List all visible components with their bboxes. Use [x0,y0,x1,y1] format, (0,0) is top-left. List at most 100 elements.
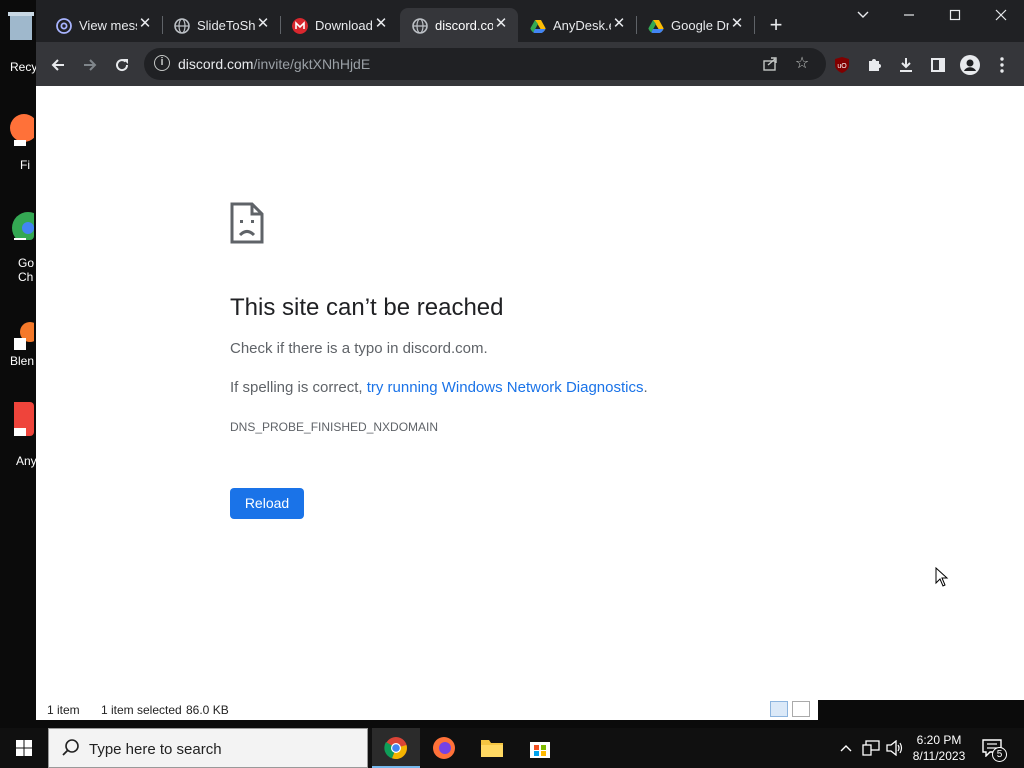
close-tab-icon[interactable]: ✕ [728,15,746,33]
chrome-icon [12,212,44,244]
explorer-item-count: 1 item [47,703,80,717]
action-center-button[interactable]: 5 [976,728,1024,768]
tab-view-messages[interactable]: View mess ✕ [44,8,163,42]
tab-slidetoshutdown[interactable]: SlideToSh ✕ [162,8,281,42]
clock-date: 8/11/2023 [912,749,966,763]
tab-search-button[interactable] [840,0,886,30]
site-info-icon[interactable]: i [154,55,170,71]
menu-button[interactable] [988,50,1016,78]
extensions-button[interactable] [860,50,888,78]
typo-hint-suffix: . [483,340,488,357]
start-button[interactable] [0,728,48,768]
profile-avatar-icon [960,55,980,76]
network-diagnostics-link[interactable]: try running Windows Network Diagnostics [367,379,644,396]
mega-icon [292,18,308,34]
minimize-button[interactable] [886,0,932,30]
taskbar-chrome[interactable] [372,728,420,768]
taskbar-search-box[interactable]: Type here to search [48,728,368,768]
tab-google-drive[interactable]: Google Dr ✕ [636,8,755,42]
ublock-shield-icon: uO [835,57,849,74]
google-drive-icon [648,20,664,33]
at-sign-icon [56,18,72,34]
address-bar[interactable]: i discord.com/invite/gktXNhHjdE ☆ [144,48,826,80]
close-tab-icon[interactable]: ✕ [492,15,510,33]
maximize-button[interactable] [932,0,978,30]
forward-button[interactable] [76,50,104,78]
network-icon[interactable] [862,740,880,756]
new-tab-button[interactable]: + [764,13,788,37]
reload-page-button[interactable]: Reload [230,488,304,519]
globe-icon [174,18,190,34]
maximize-icon [949,9,961,20]
browser-toolbar: i discord.com/invite/gktXNhHjdE ☆ uO [36,42,1024,86]
desktop-icon-label: Blen [10,354,35,368]
taskbar-microsoft-store[interactable] [516,728,564,768]
url-host: discord.com [178,56,254,72]
anydesk-icon [14,402,40,438]
close-icon [995,9,1007,21]
close-tab-icon[interactable]: ✕ [610,15,628,33]
error-code: DNS_PROBE_FINISHED_NXDOMAIN [230,420,439,434]
search-icon [62,739,79,756]
show-hidden-icons-icon[interactable] [840,744,852,752]
side-panel-icon [931,58,945,73]
close-window-button[interactable] [978,0,1024,30]
close-tab-icon[interactable]: ✕ [136,15,154,33]
details-view-button[interactable] [770,701,788,717]
mouse-cursor-icon [935,567,949,587]
error-title: This site can’t be reached [230,294,504,321]
desktop-icon-firefox[interactable]: Fi [6,112,38,172]
side-panel-button[interactable] [924,50,952,78]
back-button[interactable] [44,50,72,78]
back-arrow-icon [51,59,64,71]
large-icons-view-button[interactable] [792,701,810,717]
url-path: /invite/gktXNhHjdE [253,56,371,72]
clock-time: 6:20 PM [916,733,962,747]
ublock-extension-button[interactable]: uO [828,50,856,78]
explorer-selected-count: 1 item selected [101,703,182,717]
firefox-icon [10,114,38,146]
recycle-bin-icon [8,12,34,40]
firefox-icon [433,737,455,759]
desktop-icon-recycle-bin[interactable]: Recy [6,8,38,74]
globe-icon [412,18,428,34]
tab-title: Google Dr [671,18,729,33]
close-tab-icon[interactable]: ✕ [254,15,272,33]
taskbar-file-explorer[interactable] [468,728,516,768]
page-content: This site can’t be reached Check if ther… [36,86,1024,700]
share-icon[interactable] [758,52,782,76]
forward-arrow-icon [84,59,97,71]
tab-anydesk[interactable]: AnyDesk.e ✕ [518,8,637,42]
error-diagnostics-hint: If spelling is correct, try running Wind… [230,379,648,396]
tab-strip: View mess ✕ SlideToSh ✕ Download ✕ disco… [36,0,1024,42]
downloads-button[interactable] [892,50,920,78]
svg-text:uO: uO [837,63,847,70]
chrome-icon [384,737,407,760]
tab-title: View mess [79,18,137,33]
taskbar: Type here to search 6:20 PM 8/11/2023 5 [0,728,1024,768]
search-placeholder: Type here to search [89,741,222,758]
bookmark-star-icon[interactable]: ☆ [790,52,814,76]
google-drive-icon [530,20,546,33]
reload-button[interactable] [108,50,136,78]
diag-suffix: . [643,379,648,396]
close-tab-icon[interactable]: ✕ [372,15,390,33]
browser-window: View mess ✕ SlideToSh ✕ Download ✕ disco… [36,0,1024,700]
diag-prefix: If spelling is correct, [230,379,367,396]
folder-icon [481,740,503,757]
volume-icon[interactable] [886,740,904,756]
tab-discord[interactable]: discord.co ✕ [400,8,518,42]
taskbar-firefox[interactable] [420,728,468,768]
taskbar-clock[interactable]: 6:20 PM 8/11/2023 [906,732,972,764]
address-url[interactable]: discord.com/invite/gktXNhHjdE [178,56,370,72]
tab-download[interactable]: Download ✕ [280,8,398,42]
desktop-icon-blender[interactable]: Blen [6,318,40,368]
explorer-status-bar: 1 item 1 item selected 86.0 KB [36,698,818,720]
desktop-icon-anydesk[interactable]: Any [6,402,40,468]
desktop-icon-google-chrome[interactable]: Go Ch [6,206,44,284]
puzzle-icon [869,59,881,72]
desktop-icon-label: Recy [10,60,38,74]
desktop-icon-label: Go Ch [18,256,35,284]
profile-button[interactable] [956,50,984,78]
desktop-icon-label: Any [16,454,37,468]
